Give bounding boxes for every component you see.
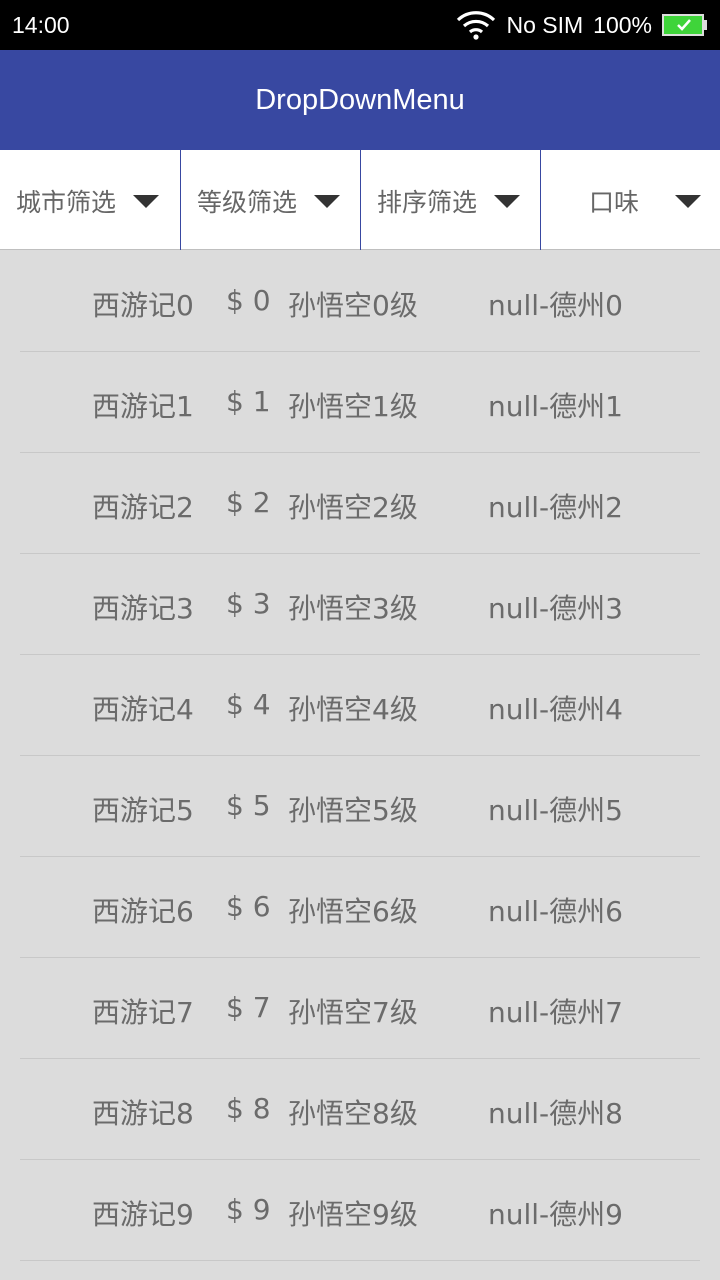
item-level: 孙悟空0级 (288, 289, 418, 322)
item-city: null-德州5 (488, 794, 623, 827)
list-item[interactable]: 西游记0 $ 0 孙悟空0级 null-德州0 (20, 251, 700, 352)
item-title: 西游记5 (92, 794, 194, 827)
item-city: null-德州9 (488, 1198, 623, 1231)
item-price: $ 4 (226, 688, 271, 721)
item-city: null-德州3 (488, 592, 623, 625)
list-item[interactable]: 西游记7 $ 7 孙悟空7级 null-德州7 (20, 958, 700, 1059)
item-price: $ 5 (226, 789, 271, 822)
app-title: DropDownMenu (255, 83, 465, 116)
filter-bar: 城市筛选 等级筛选 排序筛选 口味 (0, 150, 720, 250)
item-level: 孙悟空4级 (288, 693, 418, 726)
filter-label: 城市筛选 (16, 188, 117, 217)
item-price: $ 1 (226, 385, 271, 418)
item-price: $ 8 (226, 1092, 271, 1125)
item-level: 孙悟空1级 (288, 390, 418, 423)
list-item[interactable]: 西游记9 $ 9 孙悟空9级 null-德州9 (20, 1160, 700, 1261)
list-item[interactable]: 西游记5 $ 5 孙悟空5级 null-德州5 (20, 756, 700, 857)
app-bar: DropDownMenu (0, 50, 720, 150)
item-level: 孙悟空9级 (288, 1198, 418, 1231)
item-level: 孙悟空2级 (288, 491, 418, 524)
item-city: null-德州8 (488, 1097, 623, 1130)
chevron-down-icon (675, 195, 701, 208)
list-item[interactable]: 西游记3 $ 3 孙悟空3级 null-德州3 (20, 554, 700, 655)
battery-icon (662, 14, 707, 36)
item-title: 西游记4 (92, 693, 194, 726)
filter-tab-level[interactable]: 等级筛选 (180, 150, 360, 250)
item-title: 西游记6 (92, 895, 194, 928)
item-price: $ 2 (226, 486, 271, 519)
wifi-icon (457, 11, 496, 40)
item-price: $ 7 (226, 991, 271, 1024)
chevron-down-icon (494, 195, 520, 208)
item-price: $ 9 (226, 1193, 271, 1226)
item-title: 西游记3 (92, 592, 194, 625)
item-city: null-德州6 (488, 895, 623, 928)
chevron-down-icon (133, 195, 159, 208)
carrier-label: No SIM (506, 11, 584, 38)
filter-tab-city[interactable]: 城市筛选 (0, 150, 180, 250)
item-title: 西游记2 (92, 491, 194, 524)
filter-label: 排序筛选 (377, 188, 478, 217)
item-city: null-德州4 (488, 693, 623, 726)
filter-label: 等级筛选 (197, 188, 298, 217)
item-price: $ 3 (226, 587, 271, 620)
item-price: $ 0 (226, 284, 271, 317)
item-level: 孙悟空7级 (288, 996, 418, 1029)
item-city: null-德州7 (488, 996, 623, 1029)
battery-percent: 100% (593, 11, 652, 38)
item-level: 孙悟空5级 (288, 794, 418, 827)
item-level: 孙悟空8级 (288, 1097, 418, 1130)
chevron-down-icon (314, 195, 340, 208)
item-city: null-德州2 (488, 491, 623, 524)
filter-tab-sort[interactable]: 排序筛选 (360, 150, 540, 250)
status-bar: 14:00 No SIM 100% (0, 0, 720, 50)
item-level: 孙悟空6级 (288, 895, 418, 928)
item-title: 西游记0 (92, 289, 194, 322)
item-title: 西游记8 (92, 1097, 194, 1130)
list-item[interactable]: 西游记6 $ 6 孙悟空6级 null-德州6 (20, 857, 700, 958)
item-title: 西游记7 (92, 996, 194, 1029)
item-city: null-德州1 (488, 390, 623, 423)
filter-tab-taste[interactable]: 口味 (540, 150, 720, 250)
item-list: 西游记0 $ 0 孙悟空0级 null-德州0 西游记1 $ 1 孙悟空1级 n… (20, 251, 700, 1261)
item-title: 西游记9 (92, 1198, 194, 1231)
item-price: $ 6 (226, 890, 271, 923)
filter-label: 口味 (589, 188, 640, 217)
item-city: null-德州0 (488, 289, 623, 322)
list-item[interactable]: 西游记2 $ 2 孙悟空2级 null-德州2 (20, 453, 700, 554)
item-level: 孙悟空3级 (288, 592, 418, 625)
list-item[interactable]: 西游记8 $ 8 孙悟空8级 null-德州8 (20, 1059, 700, 1160)
list-item[interactable]: 西游记1 $ 1 孙悟空1级 null-德州1 (20, 352, 700, 453)
status-indicators: No SIM 100% (456, 9, 708, 41)
status-time: 14:00 (12, 12, 70, 38)
list-item[interactable]: 西游记4 $ 4 孙悟空4级 null-德州4 (20, 655, 700, 756)
item-title: 西游记1 (92, 390, 194, 423)
